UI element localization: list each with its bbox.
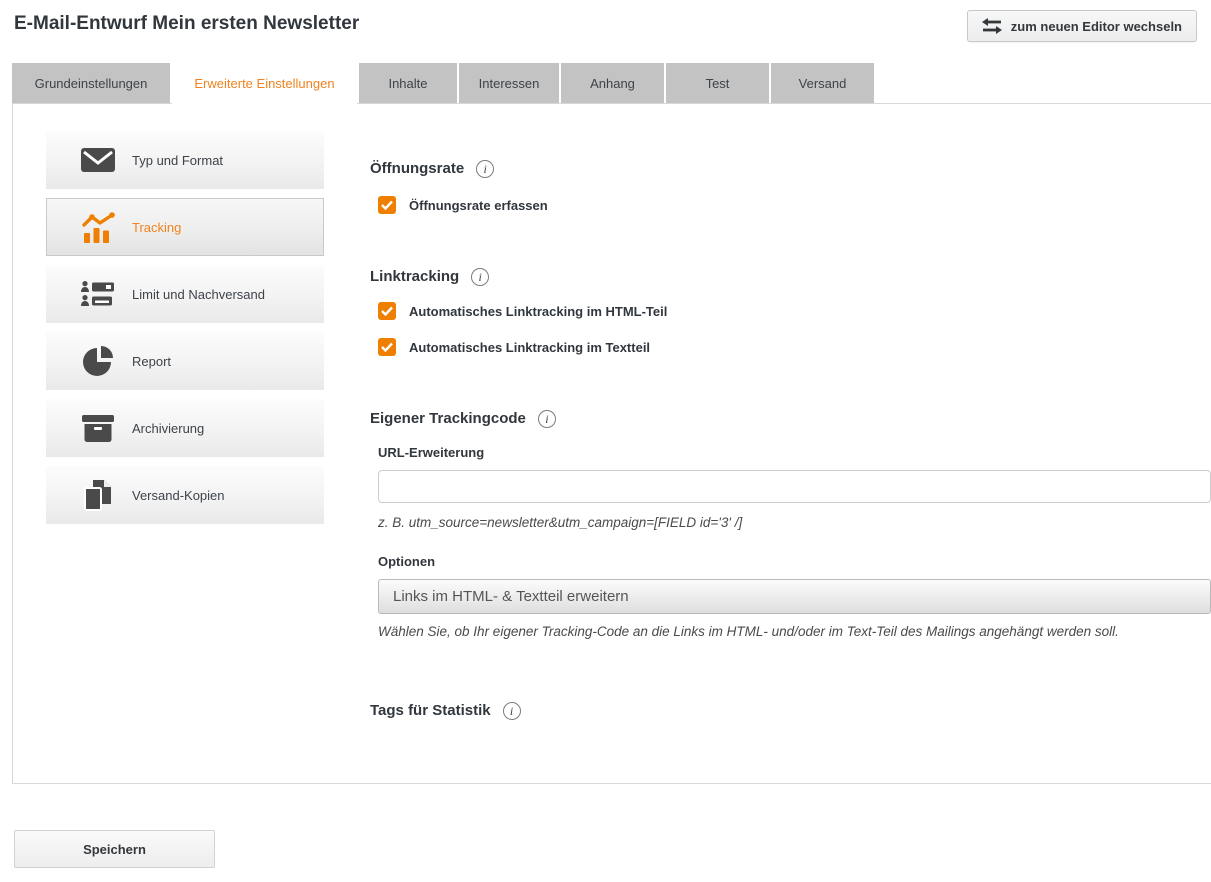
url-extension-label: URL-Erweiterung — [378, 445, 1211, 460]
sidebar-item-report[interactable]: Report — [46, 332, 324, 390]
options-select[interactable]: Links im HTML- & Textteil erweitern — [378, 579, 1211, 614]
url-extension-hint: z. B. utm_source=newsletter&utm_campaign… — [378, 515, 1211, 530]
sidebar-item-label: Report — [132, 354, 171, 369]
section-heading-trackingcode: Eigener Trackingcode i — [370, 409, 1211, 429]
section-title: Linktracking — [370, 267, 459, 287]
options-label: Optionen — [378, 554, 1211, 569]
section-title: Tags für Statistik — [370, 701, 491, 721]
options-hint: Wählen Sie, ob Ihr eigener Tracking-Code… — [378, 624, 1211, 639]
info-icon[interactable]: i — [471, 268, 489, 286]
options-selected-value: Links im HTML- & Textteil erweitern — [393, 588, 629, 605]
section-heading-tags: Tags für Statistik i — [370, 701, 1211, 721]
check-icon — [381, 306, 393, 316]
check-icon — [381, 200, 393, 210]
envelope-icon — [80, 148, 116, 172]
section-heading-linktracking: Linktracking i — [370, 267, 1211, 287]
sidebar-item-tracking[interactable]: Tracking — [46, 198, 324, 256]
info-icon[interactable]: i — [503, 702, 521, 720]
open-rate-checkbox-label: Öffnungsrate erfassen — [409, 198, 548, 213]
tracking-settings-content: Öffnungsrate i Öffnungsrate erfassen Lin… — [370, 159, 1211, 721]
trend-chart-icon — [80, 212, 116, 243]
tab-bar: Grundeinstellungen Erweiterte Einstellun… — [12, 63, 1211, 103]
linktracking-html-checkbox-row: Automatisches Linktracking im HTML-Teil — [378, 302, 1211, 320]
open-rate-checkbox-row: Öffnungsrate erfassen — [378, 196, 1211, 214]
linktracking-html-checkbox-label: Automatisches Linktracking im HTML-Teil — [409, 304, 667, 319]
switch-editor-label: zum neuen Editor wechseln — [1011, 19, 1182, 34]
linktracking-text-checkbox-label: Automatisches Linktracking im Textteil — [409, 340, 650, 355]
section-title: Eigener Trackingcode — [370, 409, 526, 429]
sidebar-item-label: Tracking — [132, 220, 181, 235]
linktracking-html-checkbox[interactable] — [378, 302, 396, 320]
sidebar-item-archivierung[interactable]: Archivierung — [46, 399, 324, 457]
archive-box-icon — [80, 415, 116, 442]
tab-erweiterte-einstellungen[interactable]: Erweiterte Einstellungen — [172, 63, 357, 104]
sidebar-item-versand-kopien[interactable]: Versand-Kopien — [46, 466, 324, 524]
section-title: Öffnungsrate — [370, 159, 464, 179]
pie-chart-icon — [80, 346, 116, 377]
tab-grundeinstellungen[interactable]: Grundeinstellungen — [12, 63, 170, 103]
users-limit-icon — [80, 281, 116, 308]
url-extension-input[interactable] — [378, 470, 1211, 503]
tab-interessen[interactable]: Interessen — [459, 63, 559, 103]
tab-anhang[interactable]: Anhang — [561, 63, 664, 103]
tab-inhalte[interactable]: Inhalte — [359, 63, 457, 103]
linktracking-text-checkbox[interactable] — [378, 338, 396, 356]
switch-editor-button[interactable]: zum neuen Editor wechseln — [967, 10, 1197, 42]
sidebar-item-label: Versand-Kopien — [132, 488, 225, 503]
settings-sidebar: Typ und Format Tracking — [46, 131, 324, 533]
page-title: E-Mail-Entwurf Mein ersten Newsletter — [14, 13, 359, 35]
info-icon[interactable]: i — [476, 160, 494, 178]
open-rate-checkbox[interactable] — [378, 196, 396, 214]
tab-versand[interactable]: Versand — [771, 63, 874, 103]
settings-panel: Typ und Format Tracking — [12, 103, 1211, 784]
swap-arrows-icon — [982, 18, 1002, 34]
sidebar-item-limit-und-nachversand[interactable]: Limit und Nachversand — [46, 265, 324, 323]
info-icon[interactable]: i — [538, 410, 556, 428]
sidebar-item-label: Limit und Nachversand — [132, 287, 265, 302]
sidebar-item-typ-und-format[interactable]: Typ und Format — [46, 131, 324, 189]
linktracking-text-checkbox-row: Automatisches Linktracking im Textteil — [378, 338, 1211, 356]
sidebar-item-label: Typ und Format — [132, 153, 223, 168]
check-icon — [381, 342, 393, 352]
tab-test[interactable]: Test — [666, 63, 769, 103]
sidebar-item-label: Archivierung — [132, 421, 204, 436]
copies-icon — [80, 480, 116, 511]
section-heading-open-rate: Öffnungsrate i — [370, 159, 1211, 179]
save-button[interactable]: Speichern — [14, 830, 215, 868]
